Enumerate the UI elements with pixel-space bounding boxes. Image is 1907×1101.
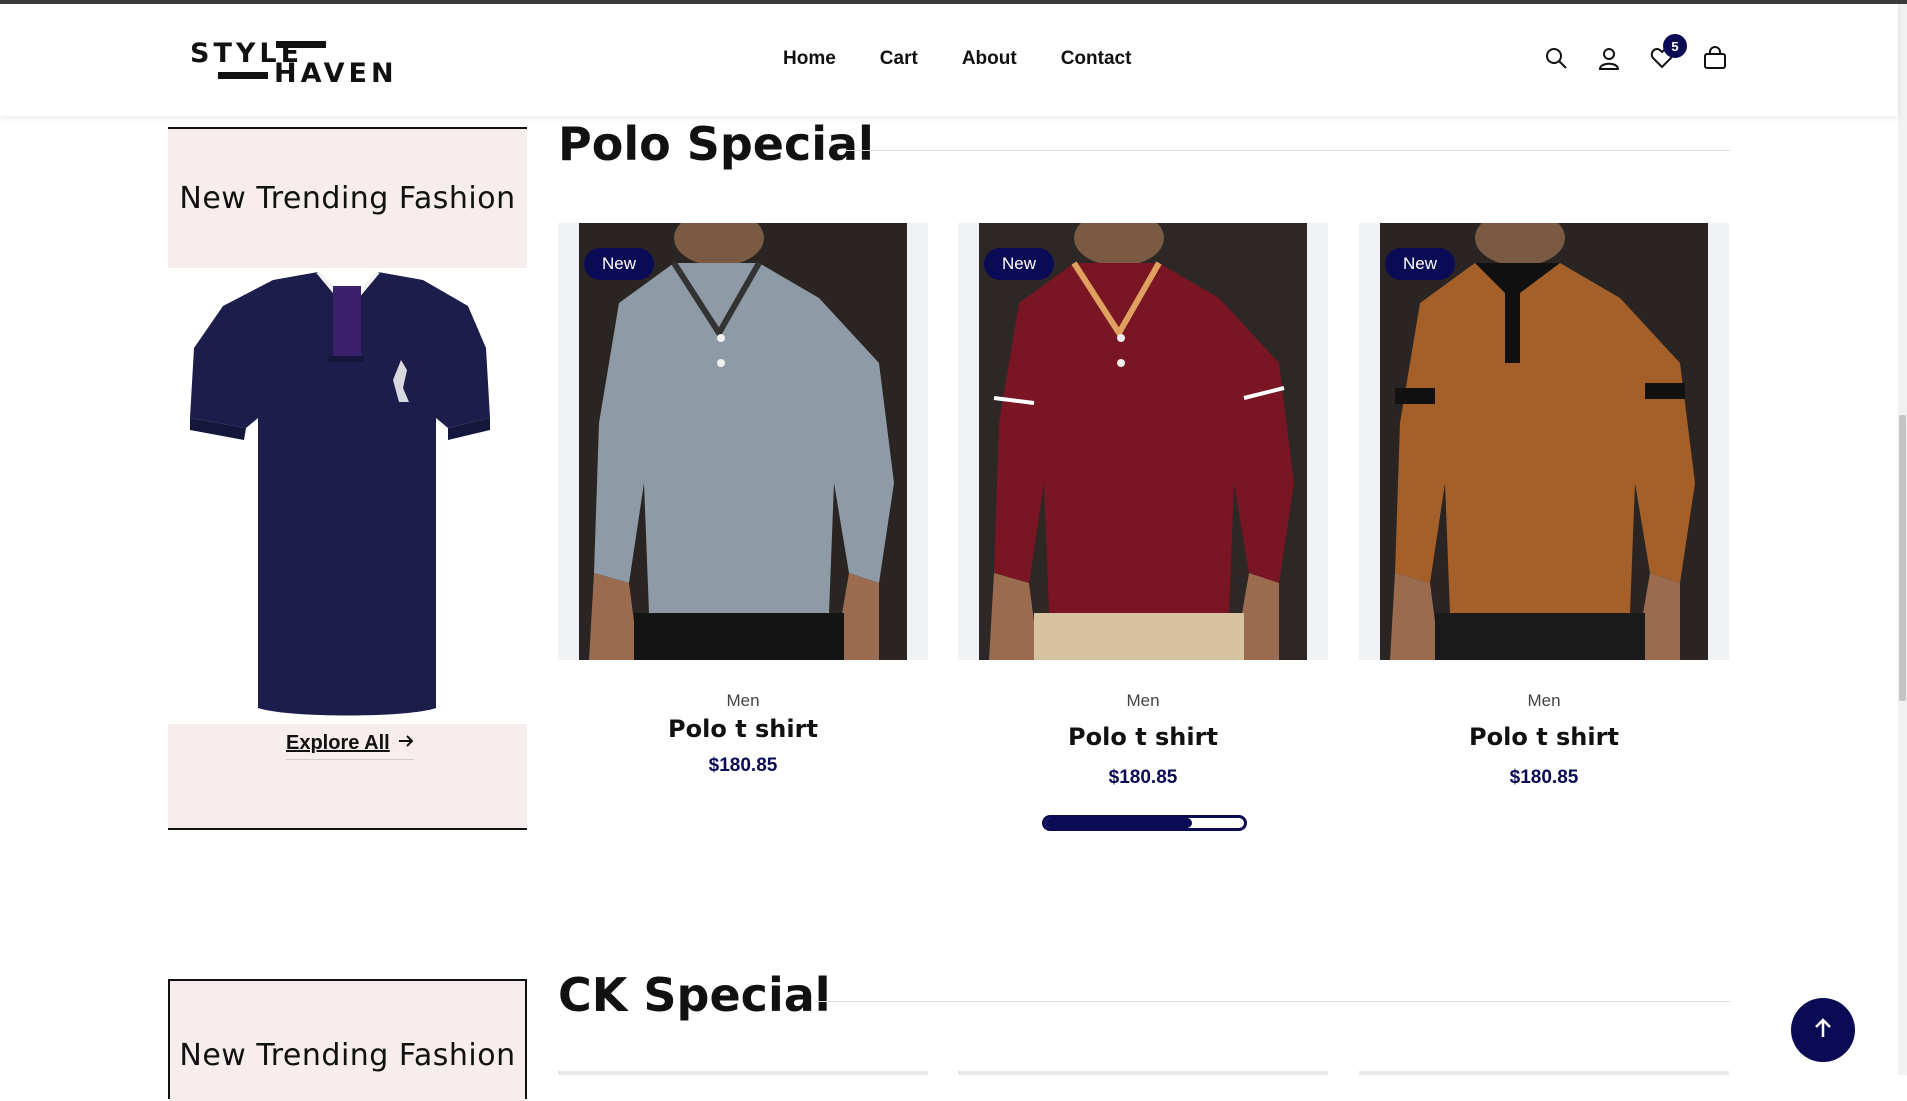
carousel-progress-fill [1045, 818, 1193, 828]
promo-banner: New Trending Fashion Explore All [168, 127, 527, 830]
logo-text-haven: HAVEN [274, 58, 398, 89]
product-card[interactable]: New Men Polo t shirt $180.85 [558, 223, 928, 777]
brand-logo[interactable]: STYLE HAVEN [188, 34, 394, 90]
product-name[interactable]: Polo t shirt [558, 715, 928, 743]
explore-all-label: Explore All [286, 732, 390, 754]
product-price: $180.85 [708, 755, 778, 776]
logo-bar [218, 72, 268, 79]
heart-icon[interactable]: 5 [1650, 34, 1687, 70]
product-price: $180.85 [1108, 767, 1178, 788]
section-divider [845, 150, 1730, 151]
new-badge: New [984, 248, 1055, 280]
nav-home[interactable]: Home [783, 48, 836, 70]
product-category: Men [726, 691, 760, 710]
product-card-peek [558, 1071, 928, 1075]
section-title-polo: Polo Special [558, 117, 874, 171]
brown-polo-model-image [1380, 223, 1708, 660]
product-category: Men [1126, 691, 1160, 710]
carousel-progress-bar[interactable] [1042, 815, 1247, 831]
promo-banner-title: New Trending Fashion [179, 181, 516, 216]
promo-banner-footer: Explore All [168, 724, 527, 828]
nav-about[interactable]: About [962, 48, 1017, 70]
product-card[interactable]: New Men Polo t shirt $180.85 [1359, 223, 1729, 789]
product-name[interactable]: Polo t shirt [958, 723, 1328, 751]
maroon-polo-model-image [979, 223, 1307, 660]
promo-banner: New Trending Fashion [168, 979, 527, 1101]
product-name[interactable]: Polo t shirt [1359, 723, 1729, 751]
promo-banner-image [168, 268, 527, 724]
main-nav: Home Cart About Contact [783, 48, 1131, 70]
grey-polo-model-image [579, 223, 907, 660]
logo-bar [276, 41, 326, 48]
site-header: STYLE HAVEN Home Cart About Contact 5 [0, 4, 1898, 116]
product-image[interactable]: New [558, 223, 928, 660]
product-price: $180.85 [1509, 767, 1579, 788]
product-card-peek [958, 1071, 1328, 1075]
wishlist-count-badge: 5 [1663, 34, 1687, 58]
product-card-peek [1359, 1071, 1729, 1075]
product-category: Men [1527, 691, 1561, 710]
new-badge: New [1385, 248, 1456, 280]
search-icon[interactable] [1544, 46, 1568, 70]
back-to-top-button[interactable] [1791, 998, 1855, 1062]
promo-banner-title: New Trending Fashion [179, 1038, 516, 1073]
explore-all-link[interactable]: Explore All [286, 732, 414, 760]
arrow-right-icon [398, 732, 414, 755]
user-icon[interactable] [1597, 46, 1621, 70]
product-image[interactable]: New [1359, 223, 1729, 660]
scrollbar-thumb[interactable] [1899, 415, 1906, 701]
navy-polo-shirt-image [190, 270, 490, 716]
shopping-bag-icon[interactable] [1703, 46, 1727, 70]
section-divider [815, 1001, 1730, 1002]
promo-banner-header: New Trending Fashion [170, 981, 525, 1101]
header-actions: 5 [1544, 34, 1727, 70]
section-title-ck: CK Special [558, 968, 831, 1022]
promo-banner-header: New Trending Fashion [168, 129, 527, 268]
new-badge: New [584, 248, 655, 280]
nav-cart[interactable]: Cart [880, 48, 918, 70]
nav-contact[interactable]: Contact [1061, 48, 1132, 70]
arrow-up-icon [1812, 1017, 1834, 1044]
product-image[interactable]: New [958, 223, 1328, 660]
product-card[interactable]: New Men Polo t shirt $180.85 [958, 223, 1328, 789]
